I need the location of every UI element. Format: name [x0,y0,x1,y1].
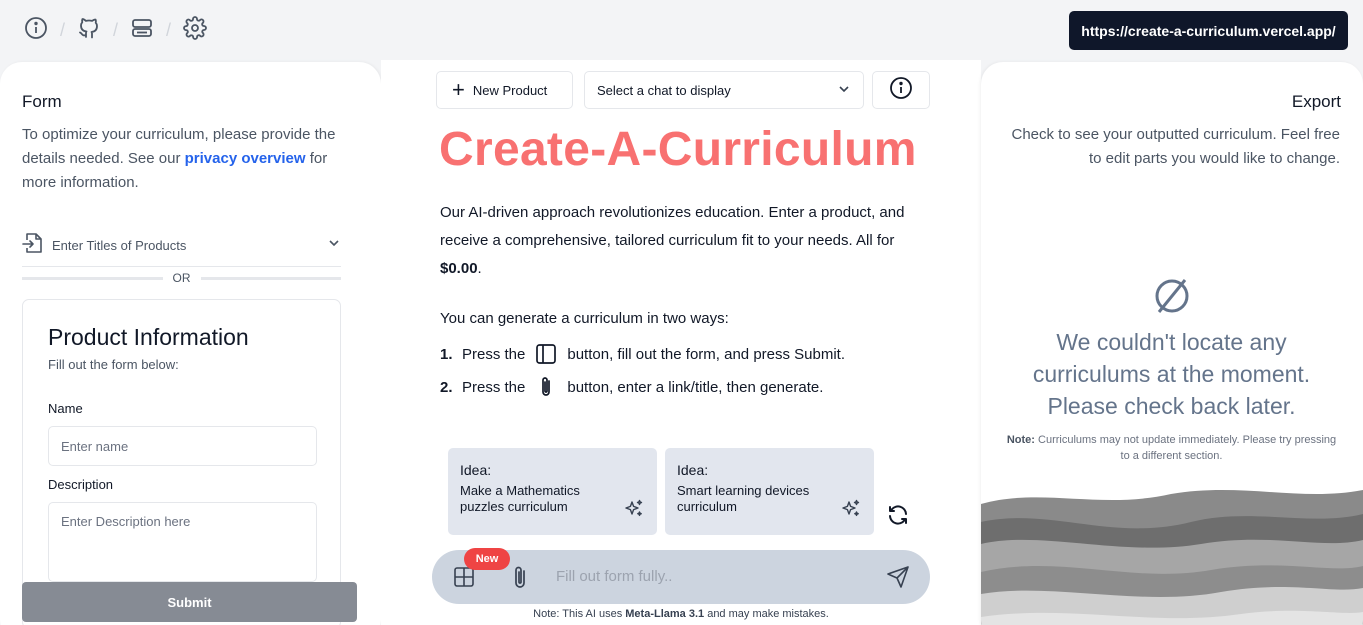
gear-icon[interactable] [181,14,209,42]
empty-set-icon [1152,276,1192,321]
way-item-2: 2. Press the button, enter a link/title,… [440,375,823,399]
product-info-card: Product Information Fill out the form be… [22,299,341,625]
send-icon[interactable] [886,565,910,594]
note-text-end: and may make mistakes. [704,608,829,620]
top-icon-group: / / / [22,14,209,42]
separator: / [60,19,66,40]
submit-button[interactable]: Submit [22,582,357,622]
wave-decoration [981,490,1363,625]
way-text-before: Press the [462,345,526,363]
name-label: Name [48,401,83,416]
main-content: + New Product Select a chat to display C… [381,60,981,625]
export-panel: Export Check to see your outputted curri… [981,62,1363,625]
or-label: OR [172,271,191,285]
empty-state-note: Note: Curriculums may not update immedia… [1003,432,1340,464]
way-item-1: 1. Press the button, fill out the form, … [440,343,845,365]
sparkles-icon [623,498,645,525]
ai-note: Note: This AI uses Meta-Llama 3.1 and ma… [381,608,981,620]
description-label: Description [48,477,114,492]
sparkles-icon [840,498,862,525]
separator: / [166,19,172,40]
way-text-after: button, enter a link/title, then generat… [567,378,824,396]
or-divider: OR [22,270,341,286]
chat-input[interactable]: Fill out form fully.. [556,568,672,585]
note-text-start: Note: This AI uses [533,608,626,620]
grid-icon[interactable] [453,566,475,593]
enter-titles-label: Enter Titles of Products [52,238,187,253]
top-bar: / / / https://create-a-curriculum.vercel… [0,0,1363,60]
idea-card[interactable]: Idea: Smart learning devices curriculum [665,448,874,535]
hero-title: Create-A-Curriculum [439,123,917,176]
intro-end: . [477,260,482,277]
chevron-down-icon [837,82,851,99]
enter-titles-dropdown[interactable]: Enter Titles of Products [22,225,341,267]
ways-title: You can generate a curriculum in two way… [440,310,729,327]
url-link[interactable]: https://create-a-curriculum.vercel.app/ [1069,11,1348,50]
way-text-after: button, fill out the form, and press Sub… [567,345,846,363]
sidebar-panel-icon [535,343,557,365]
paperclip-icon[interactable] [509,564,531,595]
info-button[interactable] [872,71,930,109]
name-input[interactable]: Enter name [48,426,317,466]
note-model: Meta-Llama 3.1 [625,608,705,620]
form-intro-text: To optimize your curriculum, please prov… [22,123,362,195]
export-intro-text: Check to see your outputted curriculum. … [1011,126,1341,167]
divider-line [200,276,341,280]
server-icon[interactable] [128,14,156,42]
note-text: Curriculums may not update immediately. … [1034,434,1337,462]
note-label: Note: [1006,434,1035,446]
export-panel-title: Export [1291,92,1341,111]
form-panel-title: Form [22,92,62,111]
chat-select-value: Select a chat to display [597,82,731,98]
intro-price: $0.00 [440,260,478,277]
intro-text: Our AI-driven approach revolutionizes ed… [440,204,905,249]
idea-heading: Idea: [677,462,709,478]
way-number: 2. [440,378,453,396]
plus-icon: + [452,77,465,102]
way-text-before: Press the [462,378,526,396]
privacy-overview-link[interactable]: privacy overview [185,150,306,167]
file-import-icon [22,231,44,260]
separator: / [113,19,119,40]
form-panel: Form To optimize your curriculum, please… [0,62,381,625]
info-icon[interactable] [22,14,50,42]
empty-state-title: We couldn't locate any curriculums at th… [1032,329,1311,419]
idea-card[interactable]: Idea: Make a Mathematics puzzles curricu… [448,448,657,535]
idea-text: Smart learning devices curriculum [677,483,810,514]
intro-paragraph: Our AI-driven approach revolutionizes ed… [440,199,930,283]
chat-select[interactable]: Select a chat to display [584,71,864,109]
divider-line [22,276,163,280]
paperclip-icon [535,375,557,399]
product-info-subtitle: Fill out the form below: [48,357,179,372]
new-product-label: New Product [472,82,548,98]
description-input[interactable]: Enter Description here [48,502,317,582]
new-product-button[interactable]: + New Product [436,71,573,109]
product-info-title: Product Information [48,324,249,350]
new-badge: New [464,548,510,570]
chevron-down-icon [327,236,341,255]
info-icon [889,76,913,105]
way-number: 1. [440,345,453,363]
idea-heading: Idea: [460,462,492,478]
github-icon[interactable] [75,14,103,42]
refresh-icon[interactable] [886,503,910,532]
idea-text: Make a Mathematics puzzles curriculum [460,483,580,514]
